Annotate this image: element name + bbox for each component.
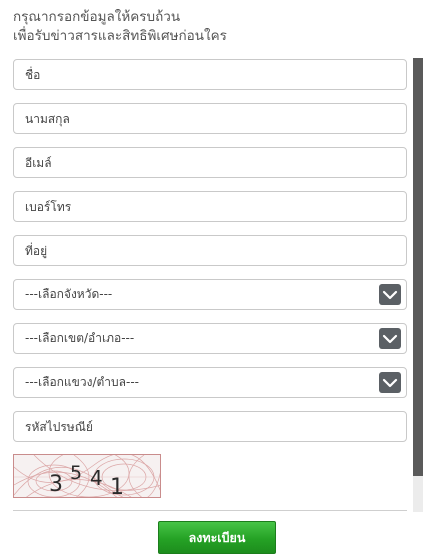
captcha-noise	[14, 455, 160, 497]
subdistrict-select[interactable]: ---เลือกแขวง/ตำบล---	[13, 367, 407, 398]
postcode-input[interactable]	[14, 412, 406, 441]
district-select[interactable]: ---เลือกเขต/อำเภอ---	[13, 323, 407, 354]
captcha-digit: 3	[49, 472, 63, 497]
address-field[interactable]	[13, 235, 407, 266]
subdistrict-select-value: ---เลือกแขวง/ตำบล---	[25, 375, 139, 389]
phone-field[interactable]	[13, 191, 407, 222]
chevron-down-icon[interactable]	[379, 372, 401, 393]
name-field[interactable]	[13, 59, 407, 90]
surname-input[interactable]	[14, 104, 406, 133]
email-field[interactable]	[13, 147, 407, 178]
postcode-field[interactable]	[13, 411, 407, 442]
form-divider	[13, 510, 407, 511]
intro-text: กรุณากรอกข้อมูลให้ครบถ้วน เพื่อรับข่าวสา…	[13, 8, 413, 46]
chevron-down-icon[interactable]	[379, 328, 401, 349]
captcha-digit: 5	[70, 462, 83, 484]
surname-field[interactable]	[13, 103, 407, 134]
province-select[interactable]: ---เลือกจังหวัด---	[13, 279, 407, 310]
scrollbar-thumb[interactable]	[413, 58, 423, 476]
province-select-value: ---เลือกจังหวัด---	[25, 287, 113, 301]
name-input[interactable]	[14, 60, 406, 89]
email-input[interactable]	[14, 148, 406, 177]
captcha-image: 3 5 4 1	[13, 454, 161, 498]
register-button[interactable]: ลงทะเบียน	[158, 521, 276, 554]
intro-line-1: กรุณากรอกข้อมูลให้ครบถ้วน	[13, 9, 181, 25]
registration-page: กรุณากรอกข้อมูลให้ครบถ้วน เพื่อรับข่าวสา…	[0, 0, 438, 559]
captcha-digit: 4	[90, 466, 103, 490]
phone-input[interactable]	[14, 192, 406, 221]
district-select-value: ---เลือกเขต/อำเภอ---	[25, 331, 135, 345]
intro-line-2: เพื่อรับข่าวสารและสิทธิพิเศษก่อนใคร	[13, 28, 227, 44]
chevron-down-icon[interactable]	[379, 284, 401, 305]
address-input[interactable]	[14, 236, 406, 265]
captcha-digit: 1	[110, 475, 124, 498]
